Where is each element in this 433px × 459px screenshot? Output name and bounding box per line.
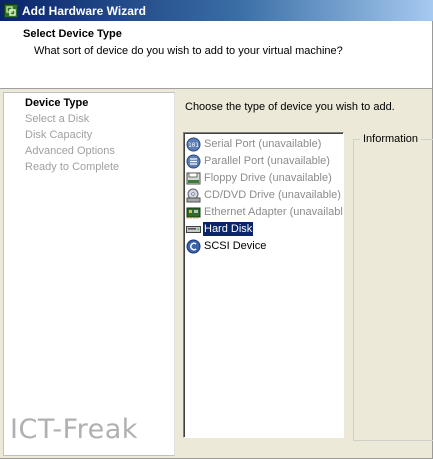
device-label: Parallel Port (unavailable) [204, 155, 330, 167]
device-type-prompt: Choose the type of device you wish to ad… [185, 101, 395, 113]
wizard-window: Add Hardware Wizard Select Device Type W… [0, 0, 433, 459]
step-disk-capacity: Disk Capacity [25, 129, 93, 141]
list-item-ethernet-adapter[interactable]: Ethernet Adapter (unavailable) [186, 204, 344, 220]
step-advanced-options: Advanced Options [25, 145, 115, 157]
page-title: Select Device Type [23, 28, 122, 40]
wizard-header: Select Device Type What sort of device d… [0, 21, 432, 89]
scsi-device-icon [186, 239, 201, 254]
step-ready-to-complete: Ready to Complete [25, 161, 120, 173]
watermark: ICT-Freak [10, 414, 138, 445]
device-label: SCSI Device [204, 240, 267, 252]
device-label: Ethernet Adapter (unavailable) [204, 206, 344, 218]
list-item-parallel-port[interactable]: Parallel Port (unavailable) [186, 153, 331, 169]
list-item-serial-port[interactable]: 101 Serial Port (unavailable) [186, 136, 322, 152]
list-item-scsi-device[interactable]: SCSI Device [186, 238, 267, 254]
hard-disk-icon [186, 222, 201, 237]
svg-text:101: 101 [188, 142, 199, 149]
device-type-list[interactable]: 101 Serial Port (unavailable) Parallel P… [183, 132, 344, 438]
parallel-port-icon [186, 154, 201, 169]
vmware-wizard-icon [4, 3, 18, 18]
step-select-disk: Select a Disk [25, 113, 90, 125]
page-subtitle: What sort of device do you wish to add t… [34, 45, 343, 57]
wizard-steps-panel: Device Type Select a Disk Disk Capacity … [3, 92, 175, 456]
window-title: Add Hardware Wizard [22, 3, 146, 18]
ethernet-adapter-icon [186, 205, 201, 220]
title-bar[interactable]: Add Hardware Wizard [0, 0, 433, 21]
cd-dvd-drive-icon [186, 188, 201, 203]
serial-port-icon: 101 [186, 137, 201, 152]
device-label: Floppy Drive (unavailable) [204, 172, 332, 184]
device-label: CD/DVD Drive (unavailable) [204, 189, 341, 201]
list-item-cd-dvd-drive[interactable]: CD/DVD Drive (unavailable) [186, 187, 342, 203]
list-item-floppy-drive[interactable]: Floppy Drive (unavailable) [186, 170, 333, 186]
device-label: Serial Port (unavailable) [204, 138, 322, 150]
device-label: Hard Disk [203, 222, 254, 236]
list-item-hard-disk[interactable]: Hard Disk [186, 221, 254, 237]
information-label: Information [360, 133, 422, 145]
step-device-type: Device Type [25, 97, 89, 109]
floppy-drive-icon [186, 171, 201, 186]
information-groupbox [353, 139, 433, 441]
